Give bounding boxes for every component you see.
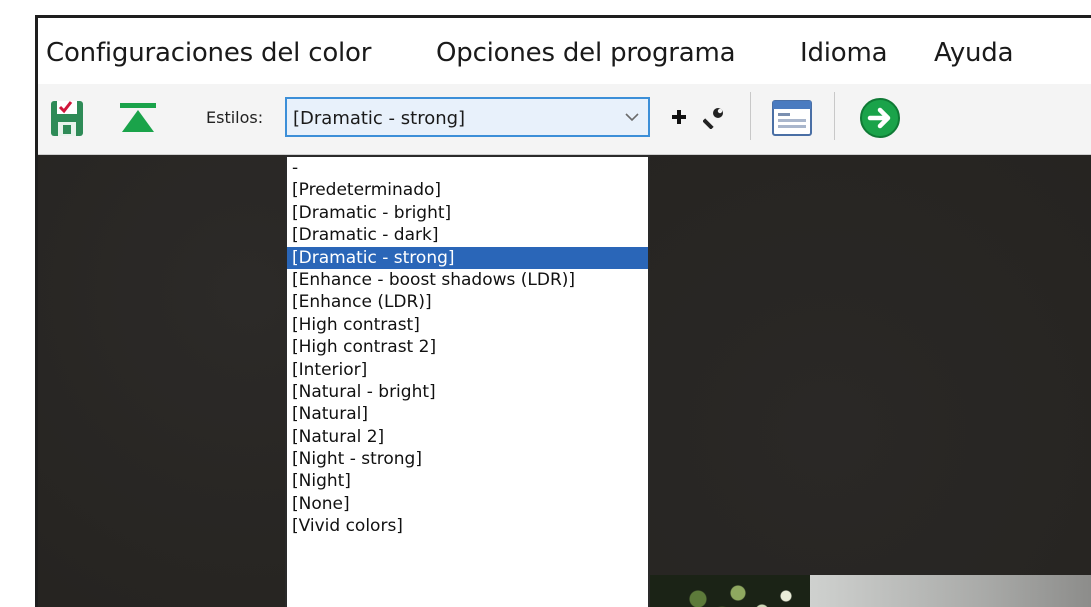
menu-ayuda[interactable]: Ayuda (934, 38, 1014, 68)
dropdown-option[interactable]: - (287, 157, 648, 179)
chevron-down-icon (625, 113, 639, 122)
save-disk-icon (51, 101, 83, 136)
dropdown-option[interactable]: [Natural] (287, 403, 648, 425)
layout-button[interactable] (768, 96, 816, 140)
plus-icon (672, 110, 686, 124)
collapse-button[interactable] (116, 98, 160, 138)
dropdown-option[interactable]: [Interior] (287, 359, 648, 381)
toolbar-separator-2 (834, 92, 835, 140)
dropdown-option[interactable]: [Night - strong] (287, 448, 648, 470)
dropdown-option[interactable]: [Dramatic - dark] (287, 224, 648, 246)
dropdown-option[interactable]: [Vivid colors] (287, 515, 648, 537)
green-arrow-right-icon (860, 98, 900, 138)
photo-wall-region (810, 575, 1091, 607)
toolbar-separator (750, 92, 751, 140)
dropdown-option[interactable]: [Night] (287, 470, 648, 492)
wrench-icon (703, 108, 723, 129)
dropdown-option[interactable]: [Predeterminado] (287, 179, 648, 201)
app-window: Configuraciones del color Opciones del p… (35, 15, 1091, 607)
menu-opciones-del-programa[interactable]: Opciones del programa (436, 38, 736, 68)
menu-idioma[interactable]: Idioma (800, 38, 888, 68)
dropdown-option[interactable]: [Dramatic - bright] (287, 202, 648, 224)
dropdown-option[interactable]: [Enhance - boost shadows (LDR)] (287, 269, 648, 291)
dropdown-option[interactable]: [Enhance (LDR)] (287, 291, 648, 313)
styles-label: Estilos: (206, 108, 264, 127)
menu-bar: Configuraciones del color Opciones del p… (38, 18, 1091, 84)
menu-configuraciones-del-color[interactable]: Configuraciones del color (46, 38, 371, 68)
toolbar: Estilos: [Dramatic - strong] (38, 84, 1091, 155)
green-triangle-icon (120, 103, 156, 132)
dropdown-option[interactable]: [High contrast] (287, 314, 648, 336)
save-button[interactable] (46, 96, 88, 140)
screenshot-frame: Configuraciones del color Opciones del p… (0, 0, 1091, 607)
styles-dropdown-list: - [Predeterminado] [Dramatic - bright] [Dra… (285, 155, 650, 607)
next-button[interactable] (856, 94, 904, 142)
dropdown-option[interactable]: [Natural - bright] (287, 381, 648, 403)
add-style-button[interactable] (666, 104, 692, 130)
photo-plant-region (650, 575, 810, 607)
styles-combobox[interactable]: [Dramatic - strong] (285, 97, 650, 137)
window-layout-icon (772, 100, 812, 136)
edit-style-button[interactable] (700, 102, 730, 132)
styles-combobox-value: [Dramatic - strong] (293, 108, 466, 129)
dropdown-option[interactable]: [Natural 2] (287, 426, 648, 448)
dropdown-option[interactable]: [None] (287, 493, 648, 515)
dropdown-option[interactable]: [High contrast 2] (287, 336, 648, 358)
dropdown-option[interactable]: [Dramatic - strong] (287, 246, 648, 269)
